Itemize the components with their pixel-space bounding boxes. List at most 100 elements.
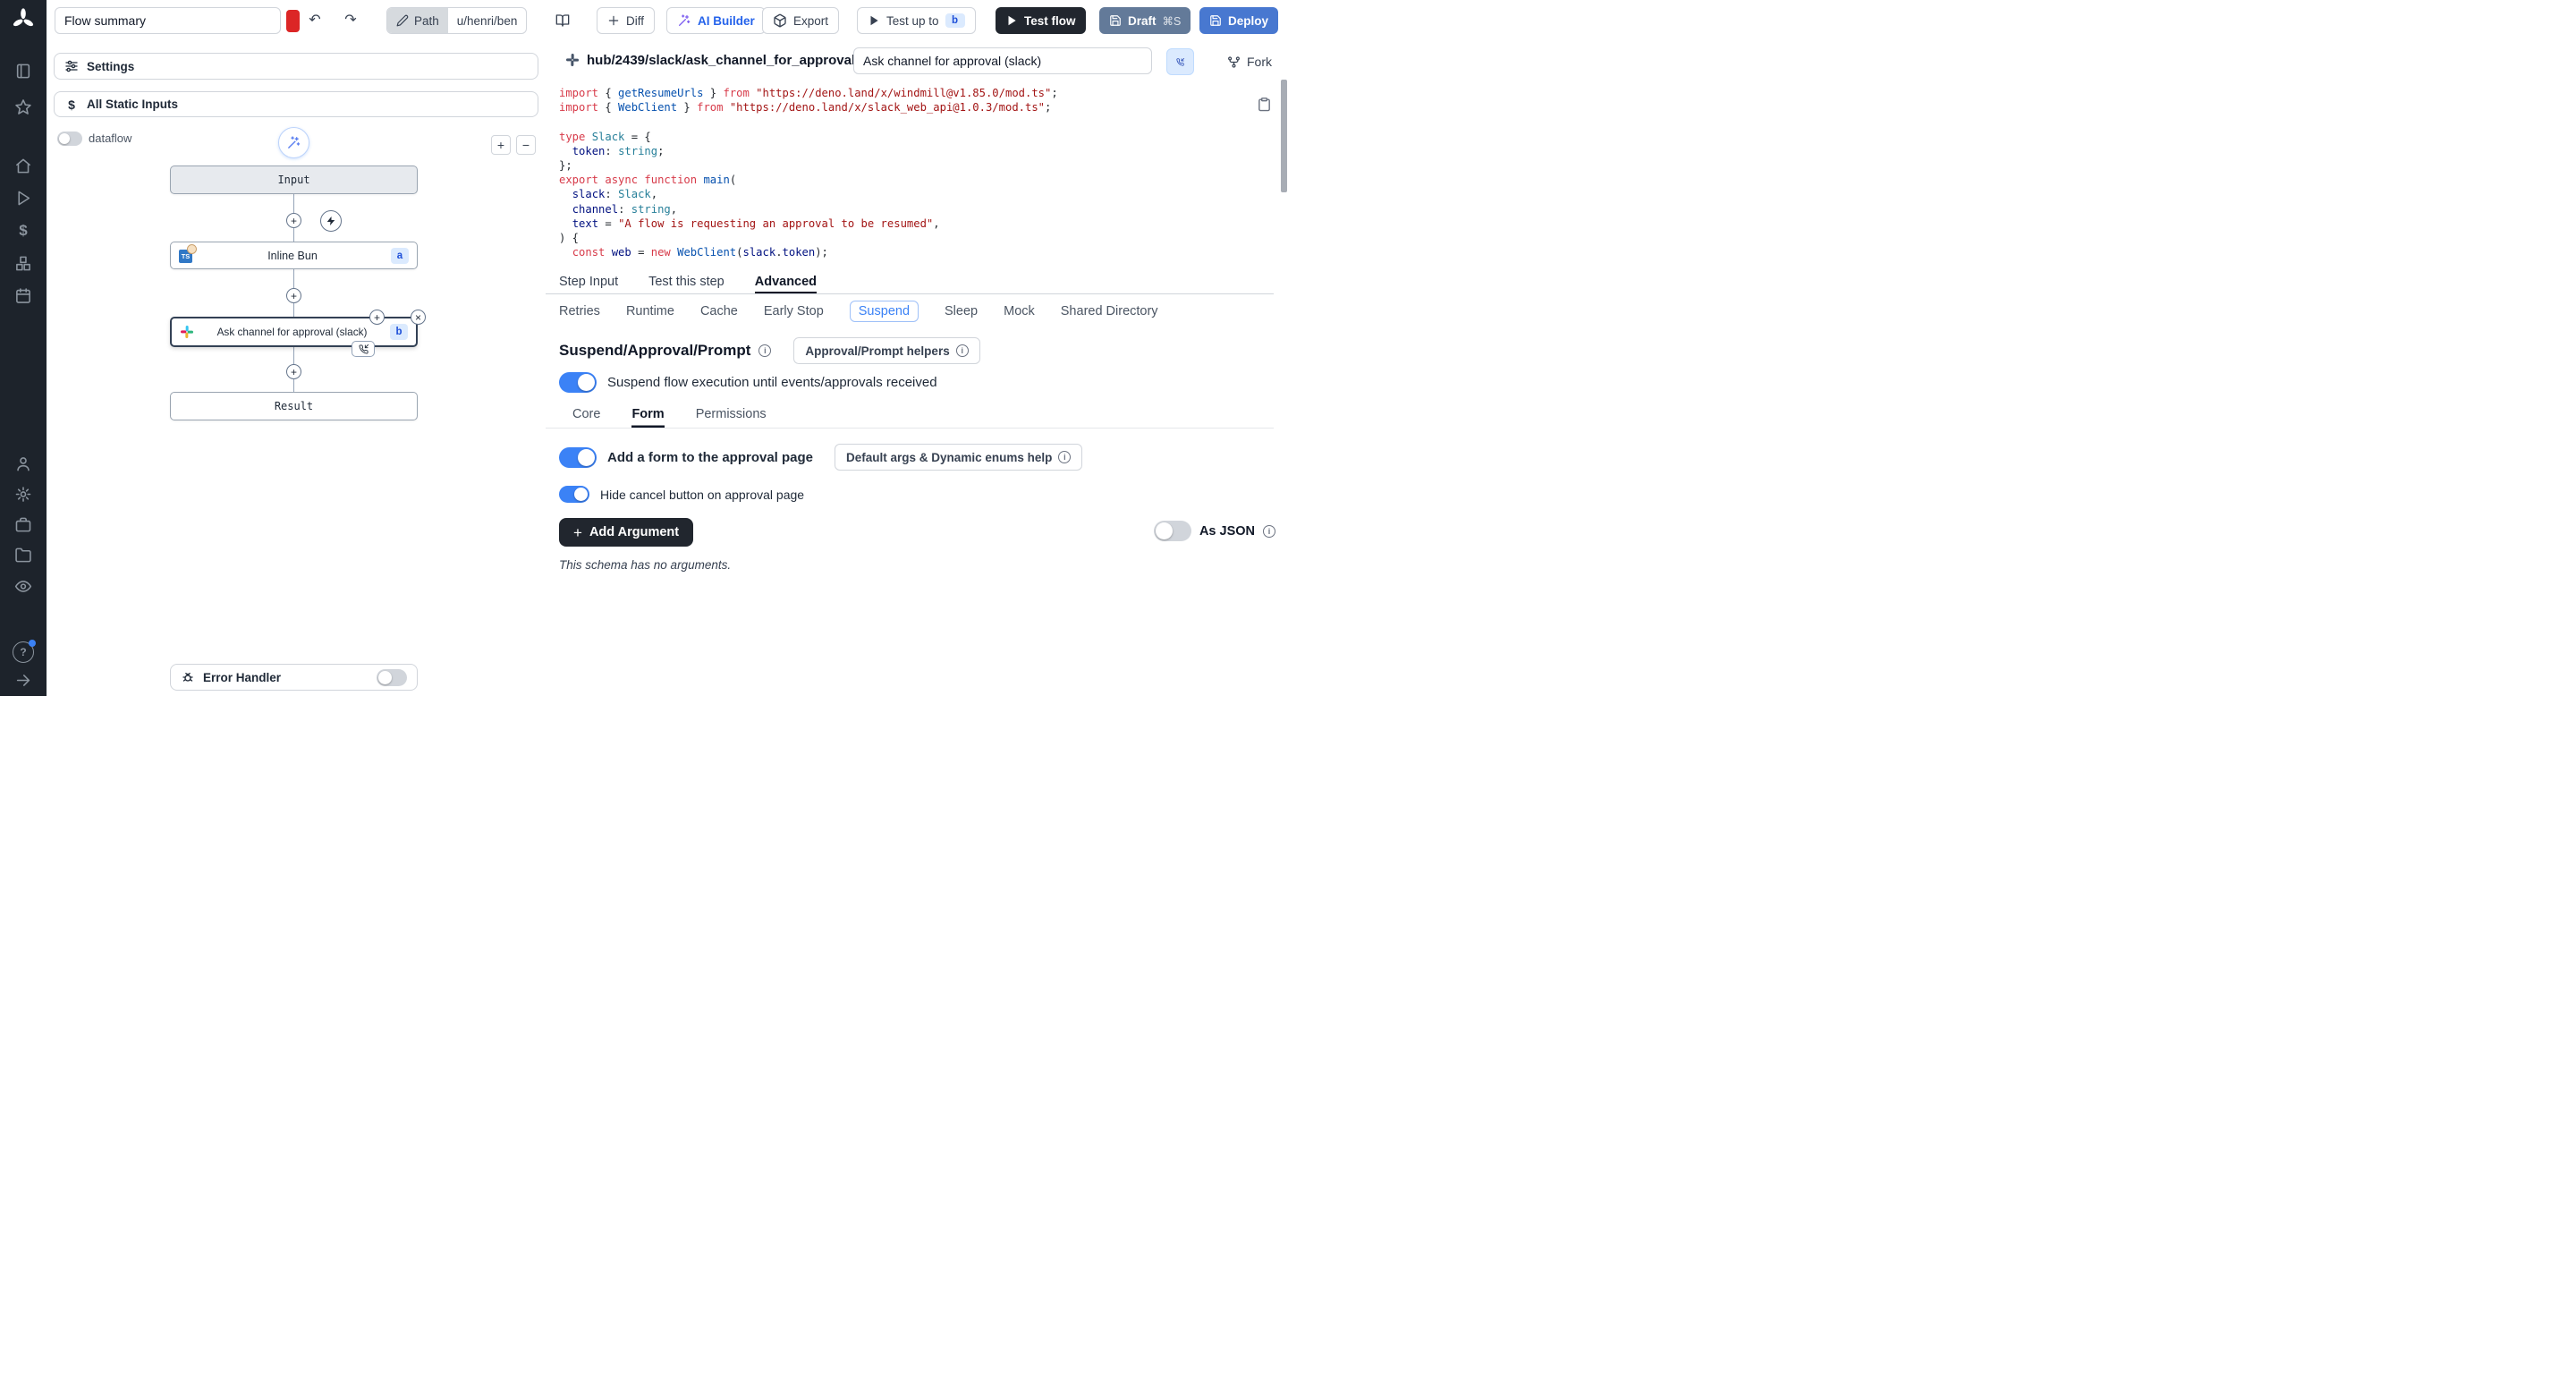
- test-flow-button[interactable]: Test flow: [996, 7, 1086, 34]
- flow-node-inline-bun[interactable]: TS Inline Bun a: [170, 242, 418, 269]
- copy-code-button[interactable]: [1257, 97, 1272, 112]
- add-argument-button[interactable]: + Add Argument: [559, 518, 693, 547]
- node-id-badge: a: [391, 248, 409, 264]
- minus-icon: −: [522, 139, 530, 151]
- hide-cancel-toggle[interactable]: [559, 486, 589, 503]
- path-segment[interactable]: Path: [387, 8, 448, 33]
- workers-briefcase-icon[interactable]: [15, 516, 32, 533]
- code-editor[interactable]: import { getResumeUrls } from "https://d…: [546, 86, 1261, 259]
- path-control[interactable]: Path u/henri/ben: [386, 7, 527, 34]
- magic-wand-icon: [286, 135, 301, 150]
- tab-cache[interactable]: Cache: [700, 304, 738, 318]
- step-tabs: Step Input Test this step Advanced: [546, 269, 1274, 294]
- flow-summary-input[interactable]: [55, 7, 281, 34]
- dollar-icon: $: [64, 98, 79, 112]
- tab-permissions[interactable]: Permissions: [696, 401, 767, 428]
- error-handler-toggle[interactable]: [377, 669, 407, 686]
- info-icon[interactable]: i: [1263, 525, 1275, 538]
- add-form-toggle[interactable]: [559, 447, 597, 468]
- help-button[interactable]: ?: [13, 641, 34, 663]
- schedules-nav-icon[interactable]: [15, 287, 32, 304]
- zoom-out-button[interactable]: −: [516, 135, 536, 155]
- redo-icon: ↷: [344, 13, 356, 28]
- zoom-in-button[interactable]: +: [491, 135, 511, 155]
- suspend-toggle-label: Suspend flow execution until events/appr…: [607, 375, 937, 390]
- bug-icon: [181, 670, 195, 684]
- users-nav-icon[interactable]: [15, 455, 32, 472]
- tab-core[interactable]: Core: [572, 401, 600, 428]
- hide-cancel-label: Hide cancel button on approval page: [600, 488, 804, 502]
- tab-form[interactable]: Form: [631, 401, 664, 428]
- draft-button[interactable]: Draft ⌘S: [1099, 7, 1191, 34]
- tab-sleep[interactable]: Sleep: [945, 304, 978, 318]
- settings-gear-icon[interactable]: [15, 486, 32, 503]
- resources-nav-icon[interactable]: [15, 255, 32, 272]
- save-icon: [1109, 14, 1122, 27]
- tab-retries[interactable]: Retries: [559, 304, 600, 318]
- as-json-toggle[interactable]: [1154, 521, 1191, 541]
- plus-icon: +: [291, 291, 297, 301]
- flow-node-input[interactable]: Input: [170, 166, 418, 194]
- add-form-label: Add a form to the approval page: [607, 450, 813, 465]
- export-label: Export: [793, 14, 828, 28]
- suspend-form-tabs: Core Form Permissions: [546, 401, 1274, 429]
- tab-suspend[interactable]: Suspend: [850, 301, 919, 322]
- window-scrollbar-thumb[interactable]: [1281, 80, 1287, 192]
- undo-button[interactable]: ↶: [301, 7, 328, 34]
- undo-icon: ↶: [309, 13, 320, 28]
- suspend-toggle[interactable]: [559, 372, 597, 393]
- tab-test-this-step[interactable]: Test this step: [648, 269, 724, 293]
- draft-label: Draft: [1128, 14, 1157, 28]
- suspend-indicator-chip[interactable]: [352, 341, 375, 357]
- tab-advanced[interactable]: Advanced: [755, 269, 817, 293]
- insert-step-button[interactable]: +: [286, 364, 301, 379]
- audit-logs-eye-icon[interactable]: [15, 578, 32, 595]
- tab-step-input[interactable]: Step Input: [559, 269, 618, 293]
- info-icon[interactable]: i: [758, 344, 771, 357]
- hide-cancel-row: Hide cancel button on approval page: [559, 486, 804, 503]
- add-trigger-button[interactable]: [320, 210, 342, 232]
- plus-icon: +: [291, 216, 297, 226]
- default-args-help-button[interactable]: Default args & Dynamic enums help i: [835, 444, 1082, 471]
- flow-settings-row[interactable]: Settings: [54, 53, 538, 80]
- settings-label: Settings: [87, 60, 134, 73]
- approval-prompt-helpers-button[interactable]: Approval/Prompt helpers i: [793, 337, 979, 364]
- ai-flow-wand-button[interactable]: [278, 127, 309, 158]
- error-handler-row[interactable]: Error Handler: [170, 664, 418, 691]
- step-name-input[interactable]: [853, 47, 1152, 74]
- tab-mock[interactable]: Mock: [1004, 304, 1035, 318]
- phone-incoming-icon: [359, 344, 369, 354]
- insert-step-button[interactable]: +: [286, 213, 301, 228]
- info-icon: i: [956, 344, 969, 357]
- test-up-to-label: Test up to: [886, 14, 939, 28]
- home-nav-icon[interactable]: [15, 157, 32, 174]
- suspend-enabled-button[interactable]: [1166, 48, 1194, 75]
- insert-step-button[interactable]: +: [286, 288, 301, 303]
- fork-button[interactable]: Fork: [1218, 48, 1281, 75]
- ai-builder-button[interactable]: AI Builder: [666, 7, 766, 34]
- as-json-control: As JSON i: [1154, 521, 1275, 541]
- tab-early-stop[interactable]: Early Stop: [764, 304, 824, 318]
- delete-step-button[interactable]: ×: [411, 310, 426, 325]
- docs-button[interactable]: [547, 7, 578, 34]
- folders-nav-icon[interactable]: [15, 547, 32, 564]
- path-value[interactable]: u/henri/ben: [448, 8, 527, 33]
- favorites-star-icon[interactable]: [15, 98, 32, 115]
- dataflow-toggle[interactable]: [57, 132, 82, 146]
- variables-nav-icon[interactable]: $: [15, 222, 32, 239]
- test-up-to-button[interactable]: Test up to b: [857, 7, 976, 34]
- add-branch-button[interactable]: +: [369, 310, 385, 325]
- collapse-sidebar-arrow-icon[interactable]: [15, 672, 32, 689]
- empty-schema-note: This schema has no arguments.: [559, 558, 731, 572]
- tab-runtime[interactable]: Runtime: [626, 304, 674, 318]
- flow-node-result[interactable]: Result: [170, 392, 418, 420]
- runs-nav-icon[interactable]: [15, 190, 32, 207]
- diff-button[interactable]: Diff: [597, 7, 655, 34]
- export-button[interactable]: Export: [762, 7, 839, 34]
- apps-nav-icon[interactable]: [15, 63, 32, 80]
- static-inputs-row[interactable]: $ All Static Inputs: [54, 91, 538, 117]
- tab-shared-directory[interactable]: Shared Directory: [1061, 304, 1158, 318]
- deploy-button[interactable]: Deploy: [1199, 7, 1278, 34]
- hub-script-breadcrumb[interactable]: hub/2439/slack/ask_channel_for_approval: [587, 53, 855, 68]
- redo-button[interactable]: ↷: [337, 7, 364, 34]
